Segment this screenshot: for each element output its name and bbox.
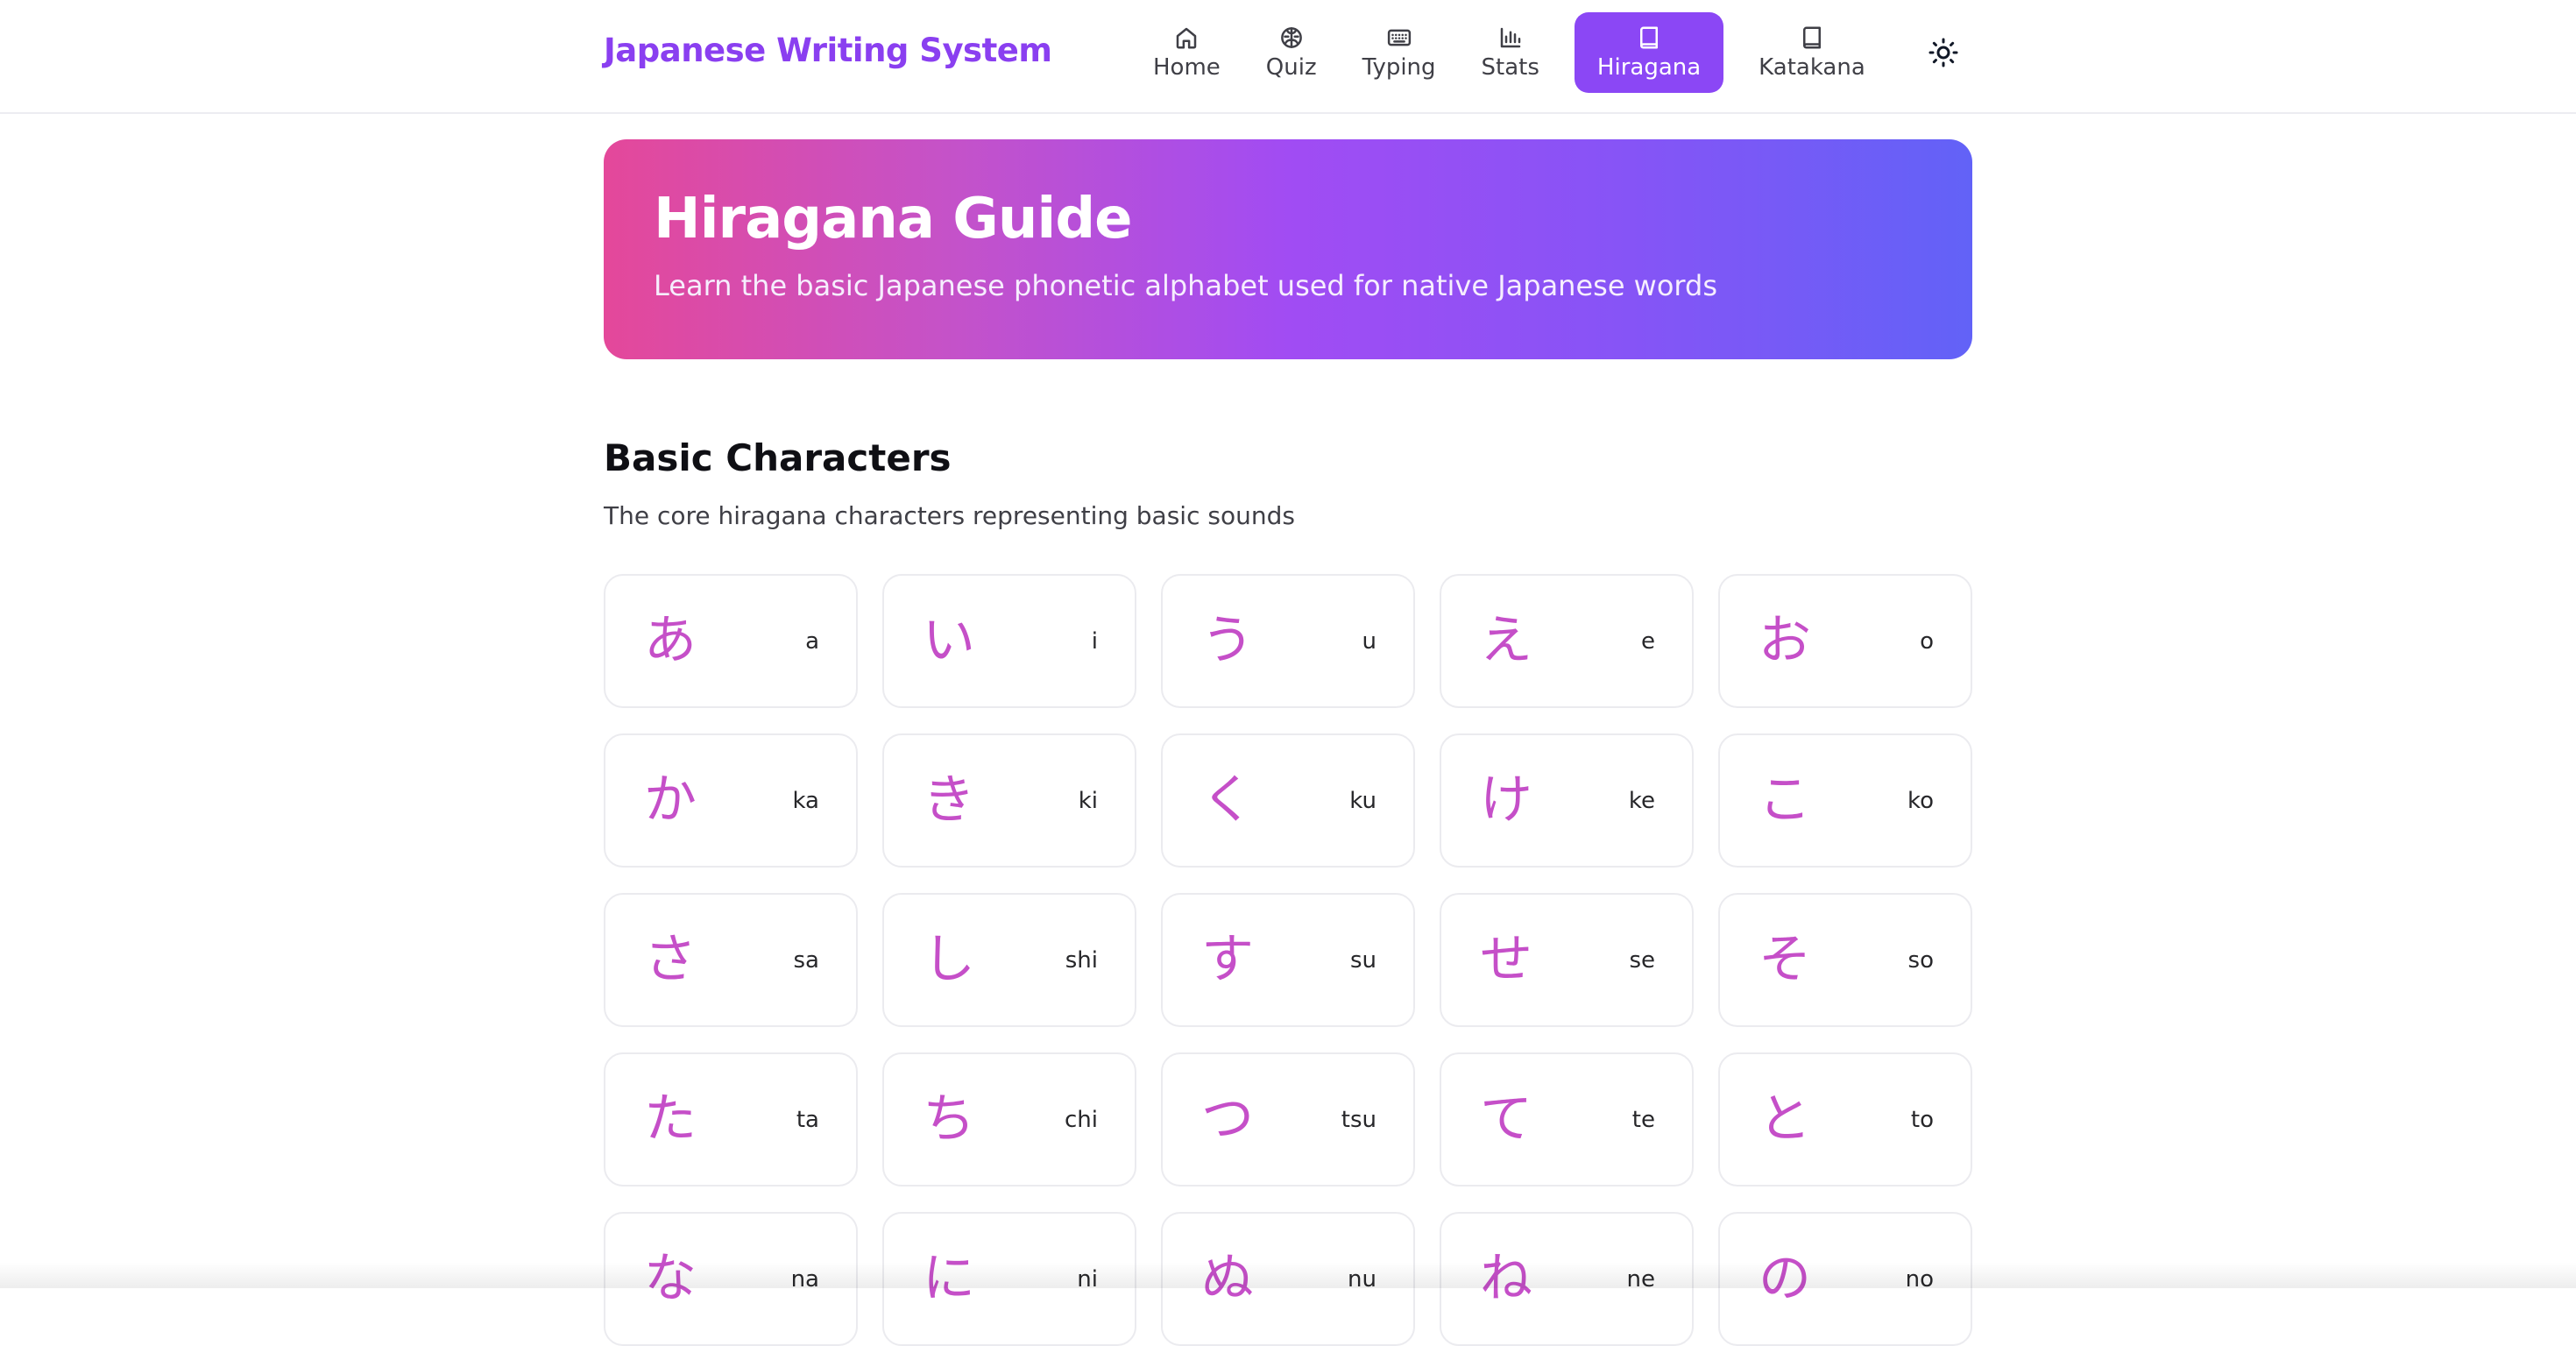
book-icon: [1636, 25, 1662, 51]
romaji-label: o: [1920, 628, 1934, 655]
character-card[interactable]: あa: [604, 574, 858, 708]
kana-character: つ: [1201, 1088, 1254, 1150]
main-nav: Home Quiz Typing Stats Hiragana Katakana: [1130, 12, 1888, 93]
character-card[interactable]: て te: [1440, 1052, 1694, 1187]
character-card[interactable]: うu: [1161, 574, 1415, 708]
character-card[interactable]: こ ko: [1718, 733, 1972, 868]
kana-character: せ: [1480, 929, 1532, 990]
romaji-label: ke: [1628, 788, 1655, 814]
kana-character: し: [923, 929, 975, 990]
romaji-label: ku: [1349, 788, 1376, 814]
nav-hiragana[interactable]: Hiragana: [1574, 12, 1724, 93]
section-subtitle: The core hiragana characters representin…: [604, 501, 1295, 530]
kana-character: か: [644, 769, 697, 831]
romaji-label: tsu: [1341, 1107, 1376, 1133]
kana-character: こ: [1759, 769, 1811, 831]
nav-typing[interactable]: Typing: [1340, 12, 1459, 93]
brain-icon: [1278, 25, 1305, 51]
hero-banner: Hiragana Guide Learn the basic Japanese …: [604, 139, 1972, 359]
kana-character: け: [1480, 769, 1532, 831]
kana-character: す: [1201, 929, 1254, 990]
character-card[interactable]: け ke: [1440, 733, 1694, 868]
nav-typing-label: Typing: [1362, 54, 1436, 81]
page-subtitle: Learn the basic Japanese phonetic alphab…: [654, 269, 1717, 302]
home-icon: [1173, 25, 1200, 51]
book-icon: [1799, 25, 1825, 51]
kana-character: お: [1759, 610, 1811, 671]
kana-character: う: [1201, 610, 1254, 671]
nav-hiragana-label: Hiragana: [1596, 54, 1702, 81]
nav-stats-label: Stats: [1481, 54, 1539, 81]
bottom-scroll-shadow: [0, 1262, 2576, 1288]
kana-character: た: [644, 1088, 697, 1150]
romaji-label: to: [1910, 1107, 1934, 1133]
kana-character: え: [1480, 610, 1532, 671]
kana-character: さ: [644, 929, 697, 990]
character-card[interactable]: つ tsu: [1161, 1052, 1415, 1187]
romaji-label: ki: [1078, 788, 1098, 814]
nav-katakana-label: Katakana: [1759, 54, 1865, 81]
kana-character: く: [1201, 769, 1254, 831]
kana-character: い: [923, 610, 975, 671]
nav-stats[interactable]: Stats: [1459, 12, 1562, 93]
romaji-label: su: [1349, 947, 1376, 974]
romaji-label: sa: [793, 947, 819, 974]
romaji-label: e: [1641, 628, 1655, 655]
page-title: Hiragana Guide: [654, 187, 1133, 251]
character-card[interactable]: た ta: [604, 1052, 858, 1187]
nav-home[interactable]: Home: [1130, 12, 1243, 93]
character-card[interactable]: き ki: [882, 733, 1136, 868]
nav-home-label: Home: [1153, 54, 1221, 81]
top-navigation-bar: Japanese Writing System Home Quiz Typing…: [0, 0, 2576, 114]
brand-title[interactable]: Japanese Writing System: [604, 32, 1052, 69]
romaji-label: a: [805, 628, 819, 655]
romaji-label: ka: [792, 788, 819, 814]
romaji-label: shi: [1065, 947, 1098, 974]
nav-quiz[interactable]: Quiz: [1243, 12, 1340, 93]
kana-character: そ: [1759, 929, 1811, 990]
character-card[interactable]: おo: [1718, 574, 1972, 708]
kana-character: き: [923, 769, 975, 831]
character-card[interactable]: えe: [1440, 574, 1694, 708]
kana-character: て: [1480, 1088, 1532, 1150]
sun-icon: [1928, 38, 1958, 67]
romaji-label: u: [1362, 628, 1376, 655]
romaji-label: chi: [1065, 1107, 1098, 1133]
character-card[interactable]: と to: [1718, 1052, 1972, 1187]
theme-toggle-button[interactable]: [1922, 32, 1964, 74]
character-card[interactable]: ち chi: [882, 1052, 1136, 1187]
romaji-label: se: [1629, 947, 1655, 974]
kana-character: ち: [923, 1088, 975, 1150]
character-card[interactable]: せ se: [1440, 893, 1694, 1027]
character-card[interactable]: し shi: [882, 893, 1136, 1027]
kana-character: あ: [644, 610, 697, 671]
romaji-label: te: [1631, 1107, 1655, 1133]
romaji-label: i: [1091, 628, 1098, 655]
kana-character: と: [1759, 1088, 1811, 1150]
character-card[interactable]: そ so: [1718, 893, 1972, 1027]
character-card[interactable]: か ka: [604, 733, 858, 868]
character-card[interactable]: いi: [882, 574, 1136, 708]
nav-katakana[interactable]: Katakana: [1736, 12, 1888, 93]
character-card[interactable]: す su: [1161, 893, 1415, 1027]
character-card[interactable]: く ku: [1161, 733, 1415, 868]
bar-chart-icon: [1497, 25, 1524, 51]
romaji-label: so: [1907, 947, 1934, 974]
keyboard-icon: [1386, 25, 1412, 51]
romaji-label: ko: [1907, 788, 1934, 814]
section-title: Basic Characters: [604, 436, 952, 479]
romaji-label: ta: [796, 1107, 819, 1133]
character-card[interactable]: さ sa: [604, 893, 858, 1027]
nav-quiz-label: Quiz: [1265, 54, 1317, 81]
